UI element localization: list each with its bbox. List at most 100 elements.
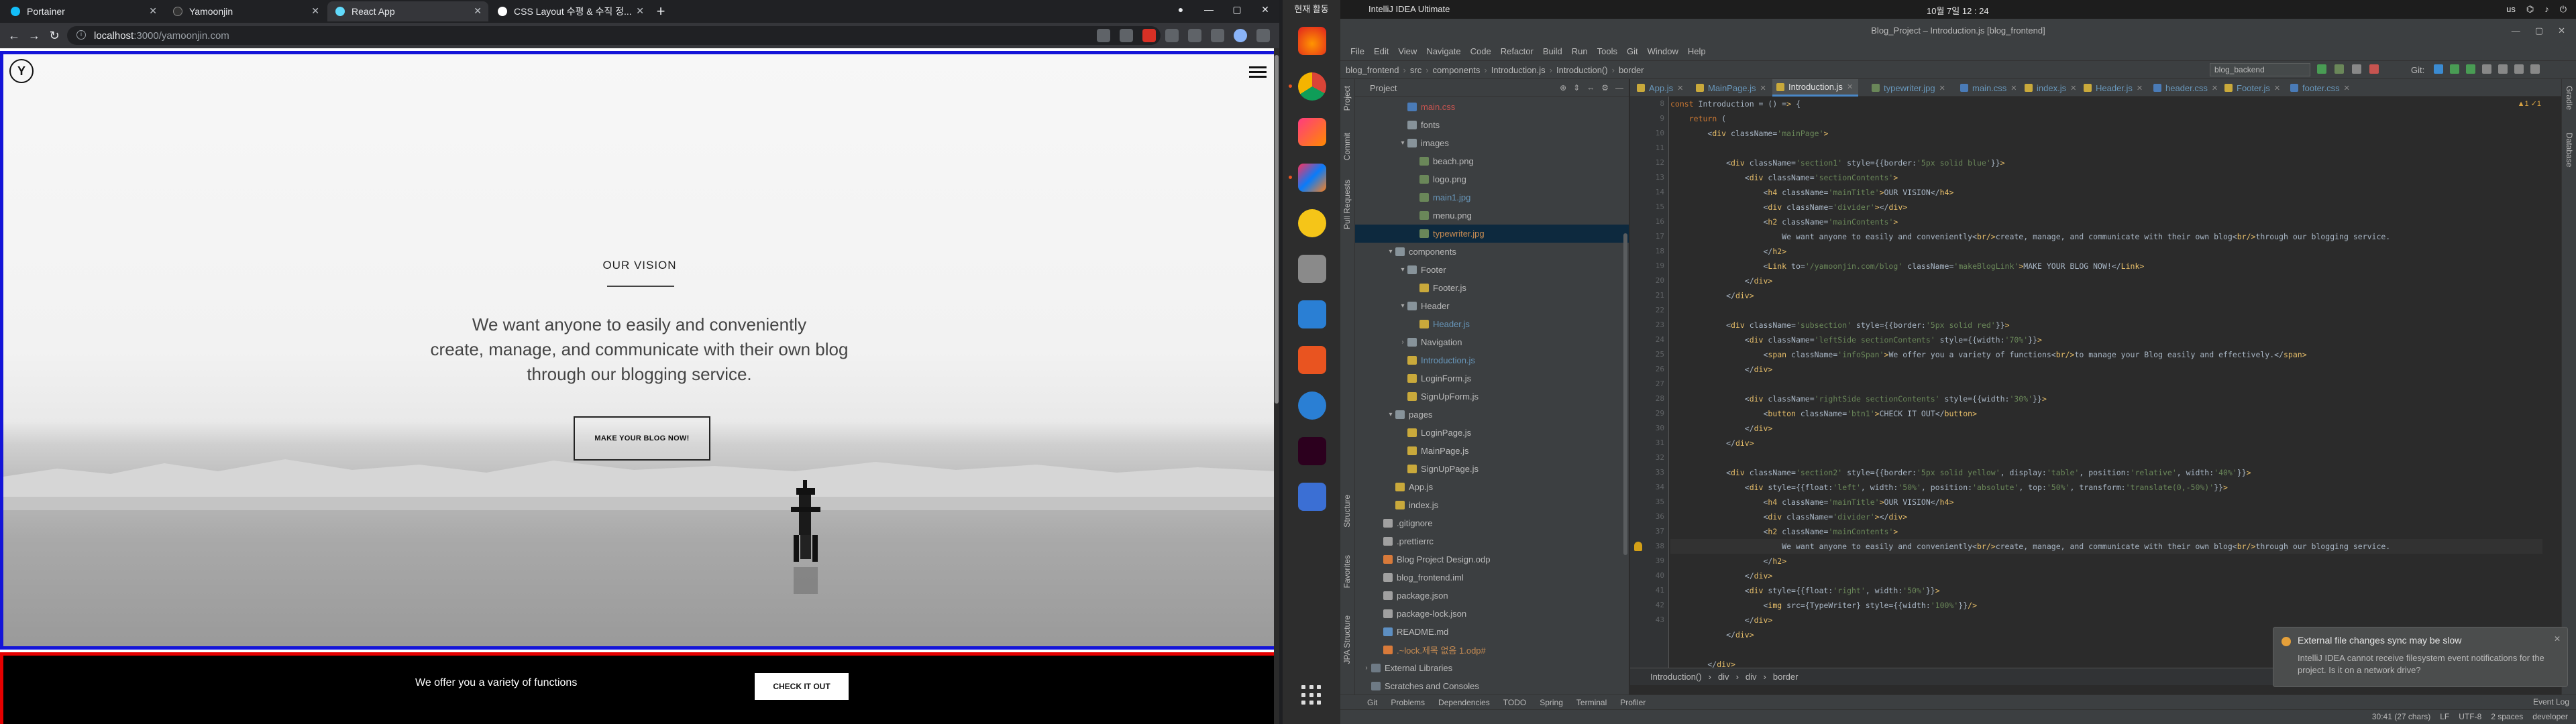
code-line[interactable]: </div> xyxy=(1670,274,1773,288)
software-icon[interactable] xyxy=(1298,346,1326,374)
breadcrumb-item[interactable]: border xyxy=(1773,672,1799,682)
firefox-icon[interactable] xyxy=(1298,27,1326,55)
close-icon[interactable]: ✕ xyxy=(2070,84,2076,93)
close-window-icon[interactable]: ✕ xyxy=(2558,25,2565,36)
tool-window-dependencies[interactable]: Dependencies xyxy=(1438,698,1490,707)
expand-arrow-icon[interactable]: ▾ xyxy=(1398,139,1407,147)
writer-icon[interactable] xyxy=(1298,300,1326,328)
code-line[interactable]: <div className='mainPage'> xyxy=(1670,126,1828,141)
show-apps-icon[interactable] xyxy=(1301,685,1322,705)
breadcrumb-item[interactable]: components xyxy=(1433,65,1481,75)
breadcrumb-item[interactable]: div xyxy=(1746,672,1757,682)
expand-all-icon[interactable]: ⇕ xyxy=(1573,83,1580,93)
tree-item[interactable]: SignUpForm.js xyxy=(1355,387,1629,406)
code-line[interactable]: <h4 className='mainTitle'>OUR VISION</h4… xyxy=(1670,185,1953,200)
make-blog-button[interactable]: MAKE YOUR BLOG NOW! xyxy=(574,416,710,461)
tree-item[interactable]: SignUpPage.js xyxy=(1355,460,1629,478)
expand-arrow-icon[interactable]: ▾ xyxy=(1398,302,1407,310)
close-icon[interactable]: ✕ xyxy=(1677,84,1683,93)
breadcrumb-item[interactable]: Introduction.js xyxy=(1491,65,1546,75)
code-line[interactable]: <h4 className='mainTitle'>OUR VISION</h4… xyxy=(1670,495,1953,509)
tool-window-problems[interactable]: Problems xyxy=(1391,698,1425,707)
code-line[interactable]: </div> xyxy=(1670,613,1773,627)
menu-tools[interactable]: Tools xyxy=(1593,43,1622,60)
code-line[interactable]: <span className='infoSpan'>We offer you … xyxy=(1670,347,2306,362)
tree-item[interactable]: index.js xyxy=(1355,496,1629,514)
close-icon[interactable]: ✕ xyxy=(1760,84,1766,93)
commit-icon[interactable] xyxy=(2450,64,2459,74)
editor-tab[interactable]: App.js ✕ xyxy=(1633,79,1688,97)
status-item[interactable]: LF xyxy=(2440,712,2449,721)
tree-item[interactable]: .~lock.제목 없음 1.odp# xyxy=(1355,641,1629,659)
close-icon[interactable]: ✕ xyxy=(1847,82,1853,91)
code-line[interactable]: </div> xyxy=(1670,568,1773,583)
breadcrumb-item[interactable]: blog_frontend xyxy=(1346,65,1399,75)
menu-file[interactable]: File xyxy=(1346,43,1369,60)
code-line[interactable]: </div> xyxy=(1670,421,1773,436)
editor-tab[interactable]: header.css ✕ xyxy=(2149,79,2223,97)
tree-item[interactable]: Introduction.js xyxy=(1355,351,1629,369)
keyboard-layout[interactable]: us xyxy=(2506,4,2516,15)
tree-item[interactable]: LoginPage.js xyxy=(1355,424,1629,442)
tree-item[interactable]: main1.jpg xyxy=(1355,188,1629,206)
status-item[interactable]: 30:41 (27 chars) xyxy=(2372,712,2430,721)
lightbulb-icon[interactable] xyxy=(1634,542,1642,551)
tree-item[interactable]: .prettierrc xyxy=(1355,532,1629,550)
tree-item[interactable]: package-lock.json xyxy=(1355,605,1629,623)
editor-tab[interactable]: footer.css ✕ xyxy=(2286,79,2355,97)
tree-item[interactable]: Blog Project Design.odp xyxy=(1355,550,1629,568)
power-icon[interactable]: ⏻ xyxy=(2560,4,2567,15)
intellij-icon[interactable] xyxy=(1289,164,1326,192)
extension-icon[interactable] xyxy=(1165,29,1179,42)
commit-tool-tab[interactable]: Commit xyxy=(1342,133,1352,160)
activities-button[interactable]: 현재 활동 xyxy=(1283,0,1340,19)
maximize-icon[interactable]: ▢ xyxy=(2535,25,2543,36)
search-icon[interactable] xyxy=(2514,64,2524,74)
locate-icon[interactable]: ⊕ xyxy=(1560,83,1566,93)
history-icon[interactable] xyxy=(2482,64,2491,74)
favorites-tool-tab[interactable]: Favorites xyxy=(1342,555,1352,588)
code-line[interactable]: We want anyone to easily and convenientl… xyxy=(1670,539,2542,554)
update-icon[interactable] xyxy=(2434,64,2443,74)
breadcrumb-item[interactable]: src xyxy=(1410,65,1421,75)
status-item[interactable]: UTF-8 xyxy=(2459,712,2481,721)
inspection-indicator[interactable]: ▲1 ✓1 xyxy=(2518,99,2541,108)
close-icon[interactable]: ✕ xyxy=(2212,84,2218,93)
address-bar[interactable]: i localhost:3000/yamoonjin.com xyxy=(67,26,1161,45)
breadcrumb-item[interactable]: Introduction() xyxy=(1556,65,1608,75)
menu-git[interactable]: Git xyxy=(1622,43,1643,60)
coverage-icon[interactable] xyxy=(2352,64,2361,74)
sidebar-icon[interactable] xyxy=(1211,29,1224,42)
editor-tab[interactable]: index.js ✕ xyxy=(2021,79,2082,97)
code-line[interactable]: We want anyone to easily and convenientl… xyxy=(1670,229,2390,244)
run-icon[interactable] xyxy=(2317,64,2326,74)
editor-tab[interactable]: Introduction.js ✕ xyxy=(1772,79,1859,97)
tree-item[interactable]: ▾ Footer xyxy=(1355,261,1629,279)
code-line[interactable]: <div className='sectionContents'> xyxy=(1670,170,1898,185)
code-line[interactable]: <div className='divider'></div> xyxy=(1670,509,1907,524)
avatar[interactable] xyxy=(1234,29,1247,42)
volume-icon[interactable]: ♪ xyxy=(2544,4,2549,15)
tree-item[interactable]: Footer.js xyxy=(1355,279,1629,297)
expand-arrow-icon[interactable]: › xyxy=(1362,664,1371,672)
code-line[interactable]: </h2> xyxy=(1670,554,1786,568)
jpa-structure-tool-tab[interactable]: JPA Structure xyxy=(1342,615,1352,664)
database-tool-tab[interactable]: Database xyxy=(2565,133,2574,167)
tree-item[interactable]: Scratches and Consoles xyxy=(1355,677,1629,695)
code-line[interactable]: </h2> xyxy=(1670,244,1786,259)
code-line[interactable]: const Introduction = () => { xyxy=(1670,97,1801,111)
menu-navigate[interactable]: Navigate xyxy=(1421,43,1465,60)
code-line[interactable]: return ( xyxy=(1670,111,1726,126)
back-icon[interactable]: ← xyxy=(7,28,21,43)
tree-item[interactable]: main.css xyxy=(1355,98,1629,116)
code-line[interactable]: <div className='leftSide sectionContents… xyxy=(1670,333,2042,347)
tree-item[interactable]: › External Libraries xyxy=(1355,659,1629,677)
tree-item[interactable]: package.json xyxy=(1355,587,1629,605)
gradle-tool-tab[interactable]: Gradle xyxy=(2565,86,2574,110)
breadcrumb-item[interactable]: Introduction() xyxy=(1650,672,1702,682)
tree-item[interactable]: typewriter.jpg xyxy=(1355,225,1629,243)
tab-css-layout[interactable]: CSS Layout 수평 & 수직 정... ✕ xyxy=(490,1,651,21)
puzzle-icon[interactable] xyxy=(1188,29,1201,42)
tool-window-todo[interactable]: TODO xyxy=(1503,698,1526,707)
clock[interactable]: 10월 7일 12 : 24 xyxy=(1927,4,1989,17)
